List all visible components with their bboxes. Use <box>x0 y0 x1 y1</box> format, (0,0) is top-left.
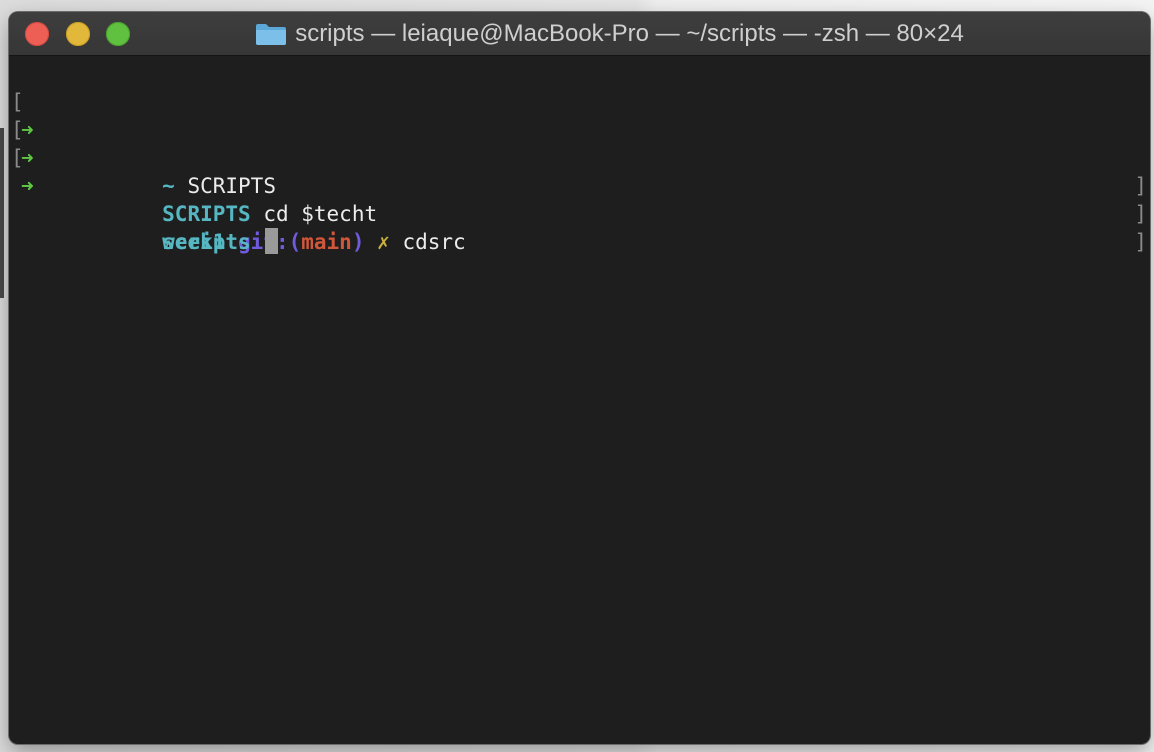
terminal-line: [ ➜ SCRIPTS cd $techt ] <box>9 88 1150 226</box>
terminal-output[interactable]: [ ➜ ~ SCRIPTS ] [ ➜ SCRIPTS cd $techt ] … <box>9 56 1150 740</box>
command-text: cdsrc <box>402 230 466 254</box>
background-window-edge <box>0 128 4 298</box>
folder-icon <box>255 22 287 46</box>
terminal-line: [ ➜ ~ SCRIPTS ] <box>9 60 1150 198</box>
line-right-bracket: ] <box>1134 230 1147 254</box>
window-title-text: scripts — leiaque@MacBook-Pro — ~/script… <box>295 19 964 47</box>
title-bar[interactable]: scripts — leiaque@MacBook-Pro — ~/script… <box>9 12 1150 56</box>
git-suffix: ) <box>351 230 365 254</box>
text-cursor[interactable] <box>265 228 279 254</box>
line-right-bracket: ] <box>1134 202 1147 226</box>
terminal-window[interactable]: scripts — leiaque@MacBook-Pro — ~/script… <box>9 12 1150 744</box>
terminal-current-line[interactable]: ➜ scripts <box>9 144 1150 254</box>
prompt-directory: scripts <box>162 230 251 254</box>
terminal-line: [ ➜ week1 git:(main) ✗ cdsrc ] <box>9 116 1150 254</box>
window-title: scripts — leiaque@MacBook-Pro — ~/script… <box>9 12 1150 55</box>
dirty-mark-icon: ✗ <box>377 230 390 254</box>
prompt-arrow-icon: ➜ <box>21 174 34 198</box>
line-right-bracket: ] <box>1134 174 1147 198</box>
git-branch: main <box>301 230 352 254</box>
